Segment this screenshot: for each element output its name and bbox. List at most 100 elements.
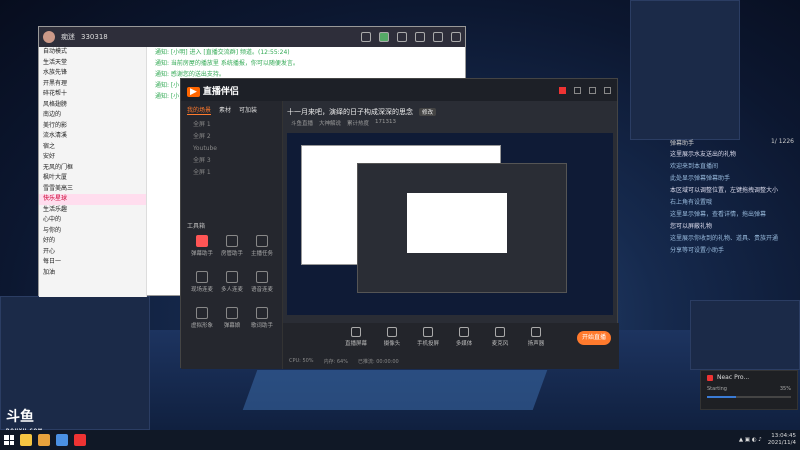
close-icon[interactable] bbox=[451, 32, 461, 42]
channel-item[interactable]: 宿之 bbox=[39, 142, 146, 153]
channel-item[interactable]: 与你的 bbox=[39, 226, 146, 237]
channel-item[interactable]: 快乐星球 bbox=[39, 194, 146, 205]
source-button[interactable]: 麦克风 bbox=[487, 327, 513, 347]
channel-item[interactable]: 生活乐趣 bbox=[39, 205, 146, 216]
source-button[interactable]: 扬声器 bbox=[523, 327, 549, 347]
tool-item[interactable]: 房管助手 bbox=[217, 233, 247, 263]
gamepad-icon[interactable] bbox=[397, 32, 407, 42]
tool-item[interactable]: 主播任务 bbox=[247, 233, 277, 263]
taskbar-app-icon[interactable] bbox=[38, 434, 50, 446]
tray-icons[interactable]: ▲ ▣ ◐ ♪ bbox=[739, 437, 762, 443]
progress-title: Neac Pro... bbox=[717, 374, 750, 381]
channel-item[interactable]: 流水清溪 bbox=[39, 131, 146, 142]
scene-item[interactable]: 全屏 3 bbox=[181, 155, 282, 167]
app-icon bbox=[707, 374, 713, 381]
progress-popup[interactable]: Neac Pro... Starting 35% bbox=[700, 370, 798, 410]
tool-label: 现场连麦 bbox=[190, 287, 213, 293]
danmaku-panel: 弹幕助手 1/ 1226 这里展示水友送出的礼物 欢迎来到本直播间 此处显示弹幕弹幕助… bbox=[666, 136, 798, 326]
taskbar-app-icon[interactable] bbox=[56, 434, 68, 446]
status-item: CPU: 50% bbox=[289, 358, 314, 364]
toolbox-title: 工具箱 bbox=[187, 223, 206, 230]
tool-icon bbox=[226, 271, 238, 283]
tool-item[interactable]: 弹幕助手 bbox=[187, 233, 217, 263]
channel-item[interactable]: 开心 bbox=[39, 247, 146, 258]
chat-message: 通知: 当前房屋的播放里 系统播报，你可以随便发言。 bbox=[155, 60, 299, 67]
source-button[interactable]: 直播屏幕 bbox=[343, 327, 369, 347]
scene-item[interactable]: 全屏 1 bbox=[181, 119, 282, 131]
channel-list[interactable]: 自动模式 生活天堂 水族先锋 开黑有理 碎花帮十 风格翅膀 南边的 美行的影 流水清溪 宿之 安好无… bbox=[39, 47, 147, 297]
channel-item[interactable]: 碎花帮十 bbox=[39, 89, 146, 100]
tool-icon bbox=[256, 307, 268, 319]
scene-item[interactable]: 全屏 1 bbox=[181, 167, 282, 179]
tool-icon bbox=[256, 235, 268, 247]
chat-titlebar[interactable]: 痴迷 330318 bbox=[39, 27, 465, 47]
windows-start-icon[interactable] bbox=[4, 435, 14, 445]
source-button[interactable]: 摄像头 bbox=[379, 327, 405, 347]
channel-item[interactable]: 风格翅膀 bbox=[39, 100, 146, 111]
tool-item[interactable]: 弹幕娘 bbox=[217, 305, 247, 335]
scene-item[interactable]: Youtube bbox=[181, 143, 282, 155]
channel-item[interactable]: 水族先锋 bbox=[39, 68, 146, 79]
progress-fill bbox=[707, 396, 737, 398]
channel-item[interactable]: 心中的 bbox=[39, 215, 146, 226]
channel-item[interactable]: 无风的门框 bbox=[39, 163, 146, 174]
progress-status: Starting bbox=[707, 386, 727, 392]
window-icon[interactable] bbox=[361, 32, 371, 42]
settings-icon[interactable] bbox=[574, 86, 581, 94]
minimize-icon[interactable] bbox=[433, 32, 443, 42]
room-rug bbox=[242, 370, 548, 410]
app-titlebar[interactable]: ▶ 直播伴侣 bbox=[181, 79, 617, 101]
source-button[interactable]: 多媒体 bbox=[451, 327, 477, 347]
channel-item[interactable]: 生活天堂 bbox=[39, 58, 146, 69]
danmaku-line: 右上角有设置哦 bbox=[670, 199, 713, 206]
channel-item[interactable]: 每日一 bbox=[39, 257, 146, 268]
right-shelf bbox=[630, 0, 740, 140]
tool-item[interactable]: 歌词助手 bbox=[247, 305, 277, 335]
tool-item[interactable]: 多人连麦 bbox=[217, 269, 247, 299]
danmaku-line: 这里展示你收到的礼物、道具、贵族开通 bbox=[670, 235, 779, 242]
tool-item[interactable]: 虚拟形象 bbox=[187, 305, 217, 335]
danmaku-line: 此处显示弹幕弹幕助手 bbox=[670, 175, 731, 182]
minimize-icon[interactable] bbox=[589, 86, 596, 94]
taskbar-clock[interactable]: 13:04:45 2021/11/4 bbox=[768, 433, 796, 447]
taskbar-app-icon[interactable] bbox=[20, 434, 32, 446]
tool-label: 主播任务 bbox=[250, 251, 273, 257]
channel-item[interactable]: 南边的 bbox=[39, 110, 146, 121]
tab-scene-1[interactable]: 素材 bbox=[219, 105, 231, 115]
channel-item[interactable]: 开黑有理 bbox=[39, 79, 146, 90]
source-icon bbox=[351, 327, 361, 337]
channel-item[interactable]: 自动模式 bbox=[39, 47, 146, 58]
source-icon bbox=[459, 327, 469, 337]
channel-item[interactable]: 美行的影 bbox=[39, 121, 146, 132]
taskbar-app-icon[interactable] bbox=[74, 434, 86, 446]
stream-preview[interactable] bbox=[287, 133, 613, 315]
chat-icon[interactable] bbox=[415, 32, 425, 42]
app-logo: ▶ 直播伴侣 bbox=[187, 84, 239, 97]
channel-item[interactable]: 雪雪美高三 bbox=[39, 184, 146, 195]
channel-item[interactable]: 好的 bbox=[39, 236, 146, 247]
source-icon bbox=[423, 327, 433, 337]
danmaku-line: 您可以屏蔽礼物 bbox=[670, 223, 713, 230]
edit-title-button[interactable]: 修改 bbox=[419, 108, 437, 116]
source-label: 多媒体 bbox=[455, 341, 473, 347]
source-button[interactable]: 手机投屏 bbox=[415, 327, 441, 347]
status-item: 已推流: 00:00:00 bbox=[357, 359, 399, 365]
scene-item[interactable]: 全屏 2 bbox=[181, 131, 282, 143]
source-toolbar: 直播屏幕 摄像头 手机投屏 多媒体 麦克风 扬声器 开始直播 CPU: 50% 内存: 64… bbox=[283, 323, 619, 369]
douyu-watermark: 斗鱼DOUYU.COM bbox=[6, 409, 42, 433]
room-info: 斗鱼直播 bbox=[291, 121, 314, 127]
tool-label: 虚拟形象 bbox=[190, 323, 213, 329]
tab-scene-2[interactable]: 可加装 bbox=[239, 105, 257, 115]
close-icon[interactable] bbox=[604, 86, 611, 94]
home-icon[interactable] bbox=[379, 32, 389, 42]
streaming-app-window[interactable]: ▶ 直播伴侣 我的场景 素材 可加装 全屏 1 全屏 2 Youtube 全屏 3 全屏 1 … bbox=[180, 78, 619, 369]
channel-item[interactable]: 枫叶大厦 bbox=[39, 173, 146, 184]
taskbar: ▲ ▣ ◐ ♪ 13:04:45 2021/11/4 bbox=[0, 430, 800, 450]
channel-item[interactable]: 安好 bbox=[39, 152, 146, 163]
start-stream-button[interactable]: 开始直播 bbox=[577, 331, 611, 345]
channel-item[interactable]: 加油 bbox=[39, 268, 146, 279]
tool-item[interactable]: 现场连麦 bbox=[187, 269, 217, 299]
tab-scene-0[interactable]: 我的场景 bbox=[187, 105, 212, 115]
record-icon[interactable] bbox=[559, 86, 566, 94]
tool-item[interactable]: 语音连麦 bbox=[247, 269, 277, 299]
